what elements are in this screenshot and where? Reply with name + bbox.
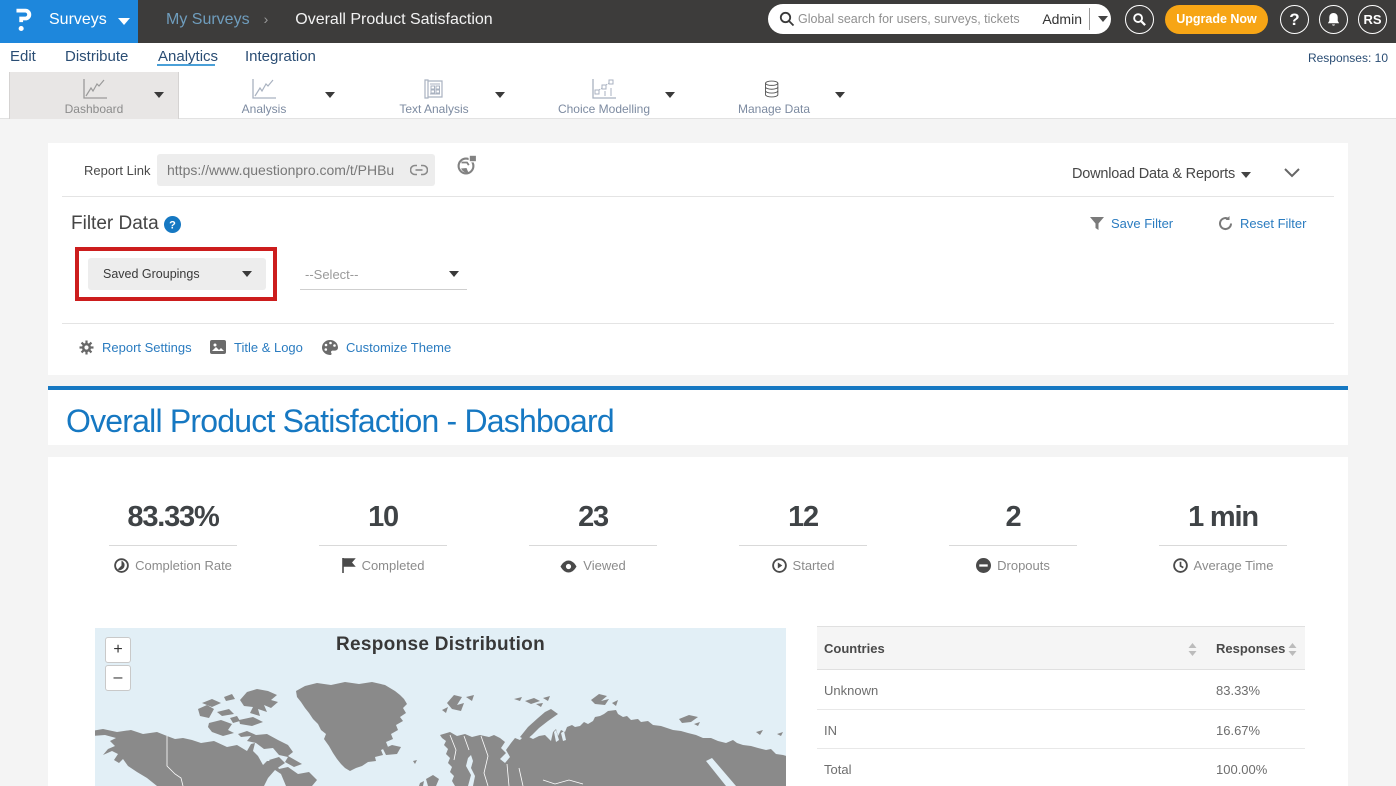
svg-text:?: ?	[169, 220, 176, 232]
